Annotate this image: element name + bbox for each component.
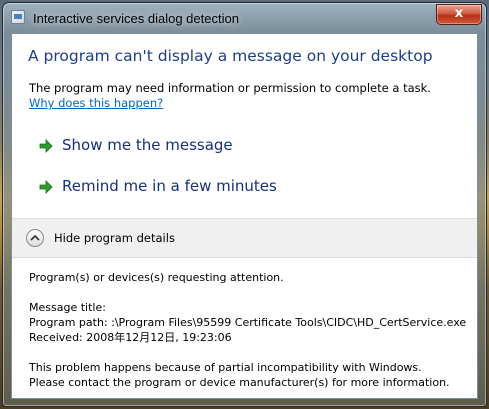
remind-later-label: Remind me in a few minutes [62, 177, 277, 195]
hide-details-button[interactable] [26, 229, 44, 247]
requesting-attention-text: Program(s) or devices(s) requesting atte… [29, 271, 284, 284]
problem-text-line2: Please contact the program or device man… [29, 376, 450, 389]
received-text: Received: 2008年12月12日, 19:23:06 [29, 331, 232, 344]
program-details: Program(s) or devices(s) requesting atte… [29, 270, 469, 390]
green-arrow-icon [39, 180, 53, 194]
title-bar[interactable]: Interactive services dialog detection x [3, 3, 486, 33]
main-heading: A program can't display a message on you… [28, 47, 433, 65]
window-title: Interactive services dialog detection [33, 11, 239, 26]
message-title-text: Message title: [29, 301, 106, 314]
dialog-window: Interactive services dialog detection x … [2, 2, 487, 407]
close-button[interactable]: x [436, 4, 482, 25]
window-icon [11, 10, 25, 24]
green-arrow-icon [39, 139, 53, 153]
program-path-text: Program path: :\Program Files\95599 Cert… [29, 316, 467, 329]
details-toggle-bar: Hide program details [12, 218, 477, 258]
hide-details-label[interactable]: Hide program details [54, 231, 175, 245]
show-message-command[interactable]: Show me the message [34, 133, 334, 161]
show-message-label: Show me the message [62, 136, 233, 154]
description-text: The program may need information or perm… [29, 81, 431, 95]
remind-later-command[interactable]: Remind me in a few minutes [34, 174, 334, 202]
problem-text-line1: This problem happens because of partial … [29, 361, 422, 374]
why-does-this-happen-link[interactable]: Why does this happen? [29, 96, 163, 110]
dialog-content: A program can't display a message on you… [11, 33, 478, 399]
chevron-up-icon [30, 234, 40, 241]
